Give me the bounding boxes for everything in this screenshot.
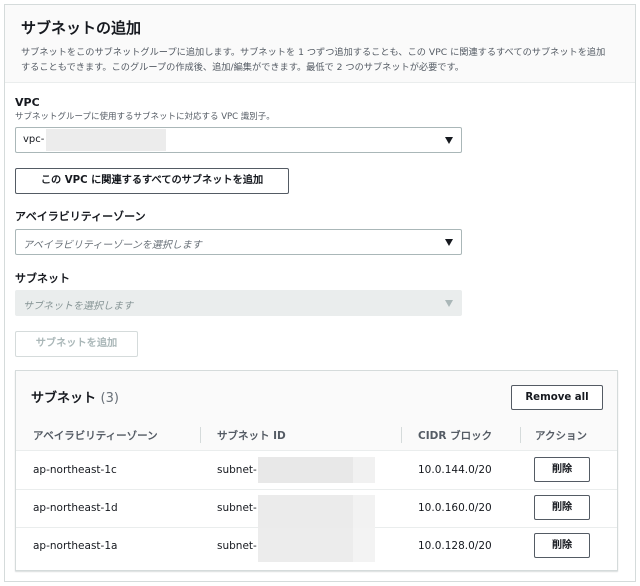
redacted-subnet-id	[258, 528, 353, 562]
redacted-subnet-id	[258, 457, 353, 483]
row-az: ap-northeast-1d	[33, 502, 118, 514]
delete-button[interactable]: 削除	[534, 495, 590, 520]
row-cidr: 10.0.160.0/20	[418, 502, 492, 514]
column-header-subnet-id[interactable]: サブネット ID	[217, 428, 286, 443]
table-row: ap-northeast-1d subnet- 10.0.160.0/20 削除	[16, 490, 617, 528]
az-select-placeholder: アベイラビリティーゾーンを選択します	[23, 240, 202, 251]
table-column-headers: アベイラビリティーゾーン サブネット ID CIDR ブロック アクション	[16, 419, 617, 451]
caret-down-icon	[445, 300, 453, 307]
vpc-field-label-group: VPC サブネットグループに使用するサブネットに対応する VPC 識別子。	[15, 96, 275, 123]
column-divider	[200, 427, 201, 443]
subnet-select[interactable]: サブネットを選択します	[15, 290, 462, 316]
panel-description-line-1: サブネットをこのサブネットグループに追加します。サブネットを 1 つずつ追加する…	[21, 47, 606, 58]
az-select[interactable]: アベイラビリティーゾーンを選択します	[15, 229, 462, 255]
redacted-subnet-id	[353, 528, 375, 562]
redacted-subnet-id	[258, 495, 353, 528]
vpc-sublabel: サブネットグループに使用するサブネットに対応する VPC 識別子。	[15, 112, 275, 122]
redacted-vpc-id	[46, 129, 166, 151]
column-header-az[interactable]: アベイラビリティーゾーン	[33, 428, 158, 443]
redacted-subnet-id	[353, 457, 375, 483]
table-header: サブネット (3) Remove all	[16, 371, 617, 419]
subnet-label: サブネット	[15, 272, 70, 285]
subnet-field-label-group: サブネット	[15, 272, 70, 286]
table-row: ap-northeast-1a subnet- 10.0.128.0/20 削除	[16, 528, 617, 566]
row-cidr: 10.0.144.0/20	[418, 464, 492, 476]
column-header-cidr[interactable]: CIDR ブロック	[418, 428, 492, 443]
row-subnet-id: subnet-	[217, 502, 257, 514]
column-header-action: アクション	[535, 430, 587, 442]
column-divider	[401, 427, 402, 443]
table-title-text: サブネット	[31, 391, 97, 406]
panel-title: サブネットの追加	[21, 19, 142, 37]
row-az: ap-northeast-1a	[33, 540, 118, 552]
subnets-table: サブネット (3) Remove all アベイラビリティーゾーン サブネット …	[15, 370, 618, 571]
add-all-subnets-button[interactable]: この VPC に関連するすべてのサブネットを追加	[15, 168, 289, 194]
az-label: アベイラビリティーゾーン	[15, 210, 146, 223]
table-row: ap-northeast-1c subnet- 10.0.144.0/20 削除	[16, 452, 617, 490]
delete-button[interactable]: 削除	[534, 457, 590, 482]
delete-button[interactable]: 削除	[534, 533, 590, 558]
panel-description-line-2: することもできます。このグループの作成後、追加/編集ができます。最低で 2 つの…	[21, 62, 464, 73]
column-divider	[520, 427, 521, 443]
panel-header: サブネットの追加 サブネットをこのサブネットグループに追加します。サブネットを …	[5, 5, 635, 83]
add-subnet-button[interactable]: サブネットを追加	[15, 331, 138, 357]
vpc-select-value: vpc-	[23, 134, 45, 145]
table-count: (3)	[100, 391, 119, 406]
redacted-subnet-id	[353, 495, 375, 528]
vpc-label: VPC	[15, 96, 40, 109]
table-title: サブネット (3)	[31, 387, 119, 406]
row-cidr: 10.0.128.0/20	[418, 540, 492, 552]
row-subnet-id: subnet-	[217, 540, 257, 552]
vpc-select[interactable]: vpc-	[15, 127, 462, 153]
row-az: ap-northeast-1c	[33, 464, 117, 476]
caret-down-icon	[445, 239, 453, 246]
az-field-label-group: アベイラビリティーゾーン	[15, 210, 146, 224]
remove-all-button[interactable]: Remove all	[511, 385, 603, 410]
caret-down-icon	[445, 137, 453, 144]
row-subnet-id: subnet-	[217, 464, 257, 476]
subnet-select-placeholder: サブネットを選択します	[23, 301, 133, 312]
